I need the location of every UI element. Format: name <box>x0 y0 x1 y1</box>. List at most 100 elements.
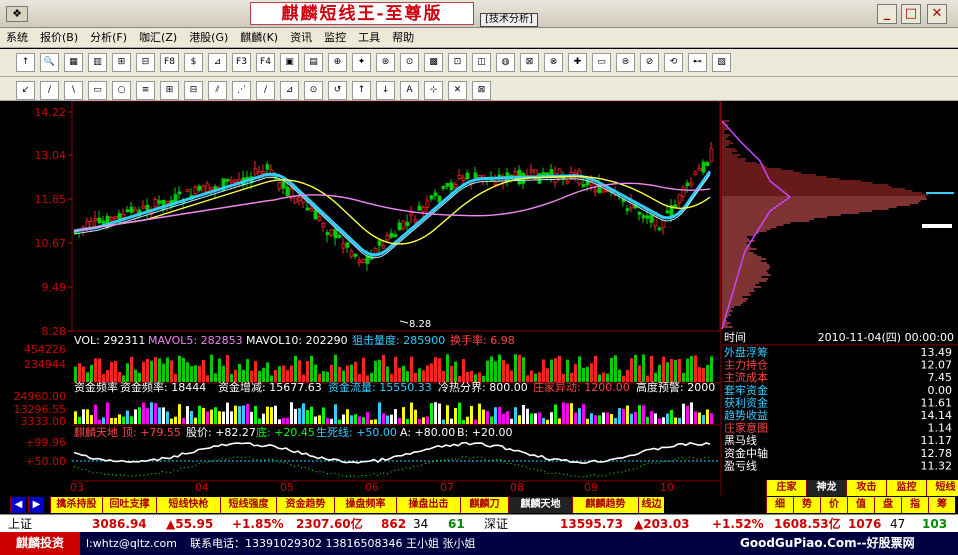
toolbar2-button-9[interactable]: ⋰ <box>232 81 251 100</box>
toolbar2-button-7[interactable]: ⊟ <box>184 81 203 100</box>
toolbar2-button-6[interactable]: ⊞ <box>160 81 179 100</box>
toolbar2-button-19[interactable]: ⊠ <box>472 81 491 100</box>
fund-bar <box>622 408 625 424</box>
indicator-tab-8[interactable]: 麒麟天地 <box>508 497 572 513</box>
toolbar1-button-9[interactable]: F3 <box>232 53 251 72</box>
indicator-tab-0[interactable]: 擒杀持股 <box>50 497 102 513</box>
indicator-tab-9[interactable]: 麒麟趋势 <box>572 497 638 513</box>
toolbar2-button-0[interactable]: ↙ <box>16 81 35 100</box>
toolbar2-button-8[interactable]: ⫽ <box>208 81 227 100</box>
toolbar1-button-6[interactable]: F8 <box>160 53 179 72</box>
minimize-button[interactable]: _ <box>877 4 897 24</box>
toolbar1-button-28[interactable]: ⊷ <box>688 53 707 72</box>
right-subtab-5[interactable]: 指 <box>901 497 928 513</box>
right-tab-0[interactable]: 庄家 <box>766 480 806 496</box>
menu-item-3[interactable]: 咖汇(Z) <box>133 28 183 47</box>
right-subtab-3[interactable]: 值 <box>847 497 874 513</box>
toolbar2-button-15[interactable]: ↓ <box>376 81 395 100</box>
toolbar2-button-10[interactable]: / <box>256 81 275 100</box>
toolbar1-button-0[interactable]: ↑ <box>16 53 35 72</box>
toolbar1-button-20[interactable]: ◍ <box>496 53 515 72</box>
toolbar2-button-18[interactable]: ✕ <box>448 81 467 100</box>
menu-item-5[interactable]: 麒麟(K) <box>234 28 284 47</box>
toolbar1-button-8[interactable]: ⊿ <box>208 53 227 72</box>
fund-bar <box>606 412 609 424</box>
menu-item-6[interactable]: 资讯 <box>284 28 318 47</box>
toolbar2-button-4[interactable]: ○ <box>112 81 131 100</box>
right-tab-3[interactable]: 监控 <box>886 480 926 496</box>
toolbar1-button-24[interactable]: ▭ <box>592 53 611 72</box>
toolbar1-button-26[interactable]: ⊘ <box>640 53 659 72</box>
menu-item-0[interactable]: 系统 <box>0 28 34 47</box>
volume-bar <box>282 365 285 382</box>
toolbar2-button-13[interactable]: ↺ <box>328 81 347 100</box>
right-tab-1[interactable]: 神龙 <box>806 480 846 496</box>
toolbar1-button-3[interactable]: ▥ <box>88 53 107 72</box>
indicator-tab-7[interactable]: 麒麟刀 <box>460 497 508 513</box>
toolbar1-button-21[interactable]: ⊠ <box>520 53 539 72</box>
menu-item-9[interactable]: 帮助 <box>386 28 420 47</box>
menu-item-2[interactable]: 分析(F) <box>84 28 133 47</box>
toolbar1-button-25[interactable]: ⊜ <box>616 53 635 72</box>
restore-button[interactable]: □ <box>901 4 921 24</box>
toolbar1-button-10[interactable]: F4 <box>256 53 275 72</box>
toolbar1-button-23[interactable]: ✚ <box>568 53 587 72</box>
toolbar1-button-15[interactable]: ⊛ <box>376 53 395 72</box>
toolbar2-button-1[interactable]: / <box>40 81 59 100</box>
toolbar1-button-14[interactable]: ✦ <box>352 53 371 72</box>
toolbar1-button-19[interactable]: ◫ <box>472 53 491 72</box>
system-menu-icon[interactable]: ❖ <box>6 6 28 22</box>
toolbar2-button-3[interactable]: ▭ <box>88 81 107 100</box>
menu-item-8[interactable]: 工具 <box>352 28 386 47</box>
toolbar2-button-14[interactable]: ↑ <box>352 81 371 100</box>
toolbar1-button-17[interactable]: ▩ <box>424 53 443 72</box>
indicator-tab-5[interactable]: 操盘频率 <box>334 497 396 513</box>
menu-item-1[interactable]: 报价(B) <box>34 28 84 47</box>
toolbar2-button-16[interactable]: A <box>400 81 419 100</box>
vol-axis-label: 454226 <box>24 343 66 356</box>
close-button[interactable]: ✕ <box>927 4 947 24</box>
toolbar1-button-27[interactable]: ⟲ <box>664 53 683 72</box>
tab-scroll-right-icon[interactable]: ▶ <box>28 497 44 513</box>
toolbar1-button-18[interactable]: ⊡ <box>448 53 467 72</box>
toolbar1-button-22[interactable]: ⊗ <box>544 53 563 72</box>
toolbar2-button-11[interactable]: ⊿ <box>280 81 299 100</box>
toolbar1-button-29[interactable]: ▧ <box>712 53 731 72</box>
toolbar1-button-12[interactable]: ▤ <box>304 53 323 72</box>
toolbar1-button-2[interactable]: ▦ <box>64 53 83 72</box>
menu-item-4[interactable]: 港股(G) <box>183 28 234 47</box>
toolbar2-button-2[interactable]: \ <box>64 81 83 100</box>
fund-bar <box>154 402 157 424</box>
toolbar1-button-5[interactable]: ⊟ <box>136 53 155 72</box>
stock-chart[interactable]: 14.22 13.04 11.85 10.67 9.49 8.28 8.28 VOL: 292… <box>0 101 958 495</box>
toolbar1-button-13[interactable]: ⊕ <box>328 53 347 72</box>
right-subtab-2[interactable]: 价 <box>820 497 847 513</box>
right-subtab-0[interactable]: 细 <box>766 497 793 513</box>
toolbar2-button-12[interactable]: ⊙ <box>304 81 323 100</box>
indicator-tab-10[interactable]: 线边 <box>638 497 664 513</box>
indicator-tab-6[interactable]: 操盘出击 <box>396 497 460 513</box>
right-row-value: 11.61 <box>921 396 953 409</box>
fund-bar <box>174 416 177 424</box>
menu-item-7[interactable]: 监控 <box>318 28 352 47</box>
tab-scroll-left-icon[interactable]: ◀ <box>10 497 26 513</box>
candle-body <box>313 210 318 220</box>
right-subtab-1[interactable]: 势 <box>793 497 820 513</box>
right-subtab-6[interactable]: 筹 <box>928 497 955 513</box>
indicator-tab-4[interactable]: 资金趋势 <box>276 497 334 513</box>
right-tab-4[interactable]: 短线 <box>926 480 958 496</box>
fund-bar <box>126 410 129 424</box>
right-tab-2[interactable]: 攻击 <box>846 480 886 496</box>
fund-bar <box>214 407 217 424</box>
toolbar2-button-17[interactable]: ⊹ <box>424 81 443 100</box>
toolbar2-button-5[interactable]: ≡ <box>136 81 155 100</box>
indicator-tab-2[interactable]: 短线快枪 <box>156 497 220 513</box>
toolbar1-button-1[interactable]: 🔍 <box>40 53 59 72</box>
toolbar1-button-16[interactable]: ⊙ <box>400 53 419 72</box>
indicator-tab-1[interactable]: 回吐支撑 <box>102 497 156 513</box>
right-subtab-4[interactable]: 盘 <box>874 497 901 513</box>
toolbar1-button-11[interactable]: ▣ <box>280 53 299 72</box>
toolbar1-button-4[interactable]: ⊞ <box>112 53 131 72</box>
toolbar1-button-7[interactable]: $ <box>184 53 203 72</box>
indicator-tab-3[interactable]: 短线强度 <box>220 497 276 513</box>
